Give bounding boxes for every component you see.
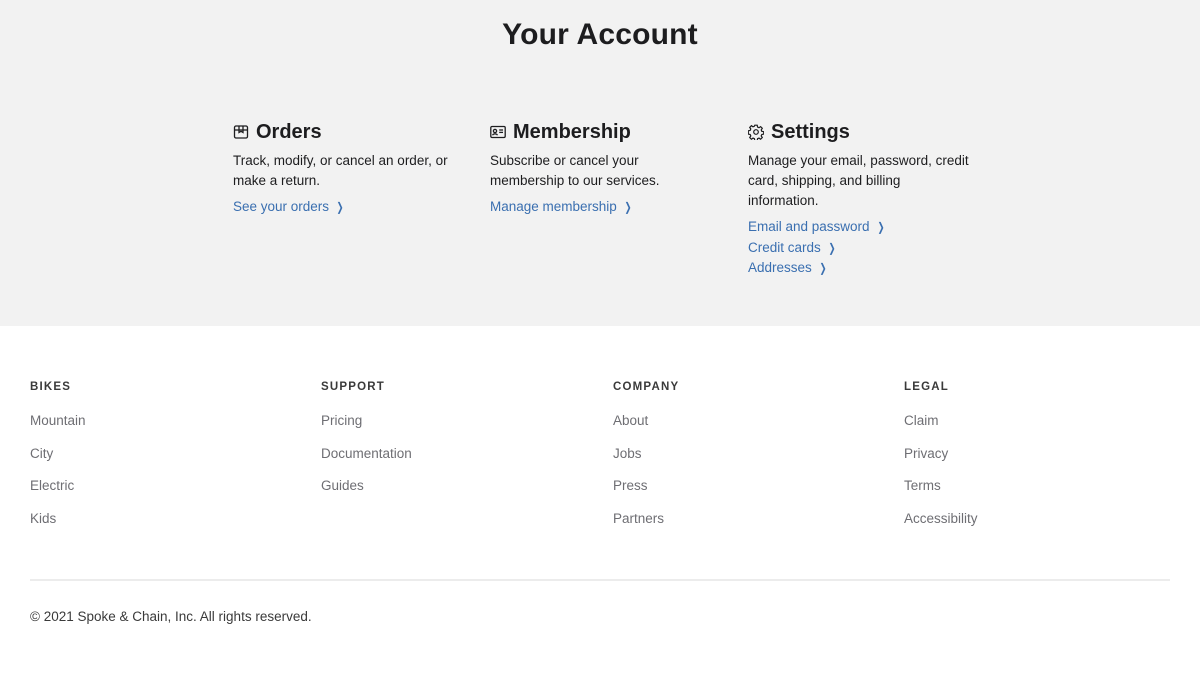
manage-membership-link[interactable]: Manage membership ❯ (490, 197, 730, 218)
footer-link-partners[interactable]: Partners (613, 511, 664, 526)
footer-link-mountain[interactable]: Mountain (30, 413, 86, 428)
addresses-link[interactable]: Addresses ❯ (748, 258, 988, 279)
email-and-password-label: Email and password (748, 219, 870, 234)
credit-cards-label: Credit cards (748, 239, 821, 255)
membership-card-header: Membership (490, 118, 730, 146)
settings-card-title: Settings (771, 120, 850, 143)
footer-link-list: Mountain City Electric Kids (30, 412, 290, 543)
footer-link-electric[interactable]: Electric (30, 478, 74, 493)
package-icon (233, 124, 249, 140)
footer-link-about[interactable]: About (613, 413, 648, 428)
footer-column-support: SUPPORT Pricing Documentation Guides (321, 381, 581, 510)
footer-link-pricing[interactable]: Pricing (321, 413, 362, 428)
page-title: Your Account (502, 18, 698, 51)
chevron-right-icon: ❯ (819, 261, 827, 275)
see-your-orders-link[interactable]: See your orders ❯ (233, 197, 473, 218)
site-footer: BIKES Mountain City Electric Kids SUPPOR… (0, 326, 1200, 700)
footer-heading: SUPPORT (321, 381, 385, 393)
footer-heading: BIKES (30, 381, 72, 393)
chevron-right-icon: ❯ (828, 240, 836, 255)
footer-link-documentation[interactable]: Documentation (321, 446, 412, 461)
membership-card: Membership Subscribe or cancel your memb… (490, 118, 730, 218)
orders-card: Orders Track, modify, or cancel an order… (233, 118, 473, 218)
membership-card-title: Membership (513, 120, 631, 143)
footer-column-bikes: BIKES Mountain City Electric Kids (30, 381, 290, 543)
footer-link-list: About Jobs Press Partners (613, 412, 873, 543)
footer-link-list: Claim Privacy Terms Accessibility (904, 412, 1164, 543)
footer-link-guides[interactable]: Guides (321, 478, 364, 493)
footer-link-press[interactable]: Press (613, 478, 648, 493)
footer-link-city[interactable]: City (30, 446, 53, 461)
settings-card-header: Settings (748, 118, 988, 146)
manage-membership-label: Manage membership (490, 199, 617, 214)
membership-card-description: Subscribe or cancel your membership to o… (490, 153, 660, 188)
settings-card-links: Email and password ❯ Credit cards ❯ Addres… (748, 217, 988, 279)
gear-icon (748, 124, 764, 140)
footer-link-kids[interactable]: Kids (30, 511, 56, 526)
footer-link-privacy[interactable]: Privacy (904, 446, 948, 461)
see-your-orders-label: See your orders (233, 199, 330, 214)
settings-card-description: Manage your email, password, credit card… (748, 153, 969, 208)
chevron-right-icon: ❯ (624, 200, 632, 214)
footer-column-company: COMPANY About Jobs Press Partners (613, 381, 873, 543)
orders-card-description: Track, modify, or cancel an order, or ma… (233, 153, 448, 188)
addresses-label: Addresses (748, 260, 812, 275)
account-section: Your Account Orders Track, modify, or ca… (0, 0, 1200, 326)
orders-card-header: Orders (233, 118, 473, 146)
footer-link-jobs[interactable]: Jobs (613, 446, 642, 461)
footer-heading: COMPANY (613, 381, 680, 393)
footer-link-terms[interactable]: Terms (904, 478, 941, 493)
email-and-password-link[interactable]: Email and password ❯ (748, 217, 988, 238)
footer-column-legal: LEGAL Claim Privacy Terms Accessibility (904, 381, 1164, 543)
account-cards: Orders Track, modify, or cancel an order… (233, 118, 993, 298)
settings-card: Settings Manage your email, password, cr… (748, 118, 988, 279)
orders-card-links: See your orders ❯ (233, 197, 473, 218)
membership-card-links: Manage membership ❯ (490, 197, 730, 218)
id-card-icon (490, 124, 506, 140)
footer-link-list: Pricing Documentation Guides (321, 412, 581, 510)
chevron-right-icon: ❯ (336, 200, 344, 214)
chevron-right-icon: ❯ (877, 220, 885, 234)
footer-link-claim[interactable]: Claim (904, 413, 939, 428)
footer-divider (30, 579, 1170, 581)
orders-card-title: Orders (256, 120, 322, 143)
credit-cards-link[interactable]: Credit cards ❯ (748, 238, 988, 259)
copyright-text: © 2021 Spoke & Chain, Inc. All rights re… (30, 609, 312, 624)
footer-link-accessibility[interactable]: Accessibility (904, 511, 978, 526)
footer-heading: LEGAL (904, 381, 949, 393)
